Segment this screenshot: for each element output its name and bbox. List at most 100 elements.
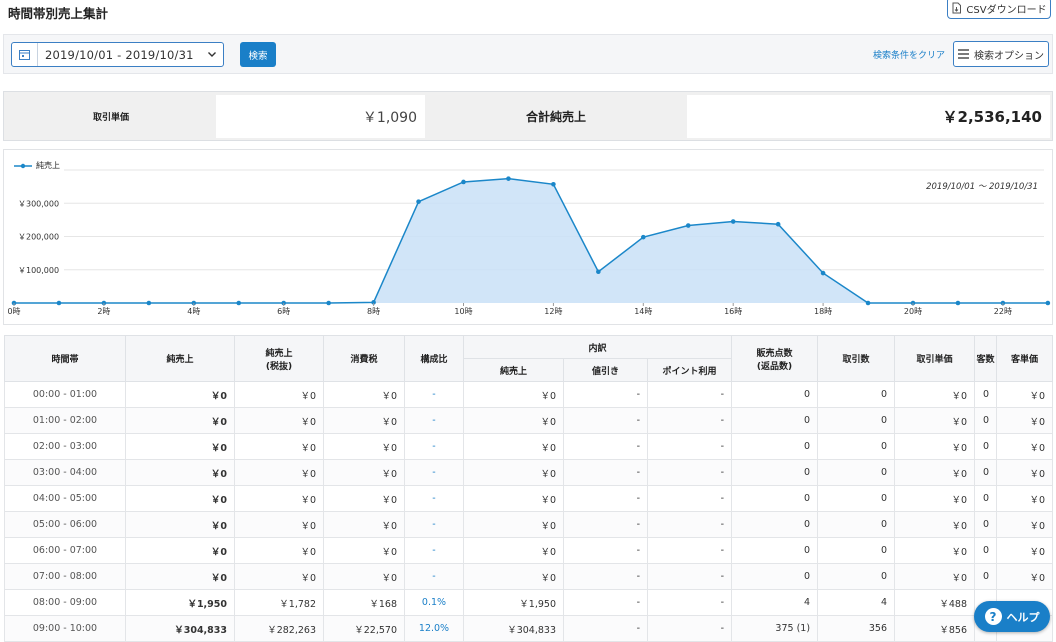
cell-tax: ￥0 (323, 511, 405, 538)
cell-bd-discount: - (563, 485, 648, 512)
table-row: 05:00 - 06:00 ￥0 ￥0 ￥0- ￥0- -0 0 ￥0 0 ￥0 (4, 511, 1054, 538)
cell-items: 4 (731, 589, 819, 616)
total-net-sales-value: ￥2,536,140 (687, 95, 1050, 138)
cell-bd-net: ￥1,950 (463, 589, 564, 616)
total-net-sales-label: 合計純売上 (426, 95, 686, 138)
th-breakdown: 内訳 (462, 335, 733, 359)
cell-bd-discount: - (563, 407, 648, 434)
cell-net-ex-tax: ￥0 (234, 381, 324, 408)
cell-items: 0 (731, 381, 819, 408)
data-point (416, 199, 421, 204)
chevron-down-icon (208, 52, 216, 57)
search-bar: 2019/10/01 - 2019/10/31 検索 検索条件をクリア 検索オプ… (3, 34, 1053, 74)
cell-time: 04:00 - 05:00 (4, 485, 126, 512)
cell-bd-discount: - (563, 511, 648, 538)
th-tax: 消費税 (323, 335, 405, 382)
cell-customer-price: ￥0 (996, 381, 1054, 408)
cell-net: ￥0 (125, 433, 235, 460)
cell-bd-net: ￥0 (463, 511, 564, 538)
cell-bd-point: - (646, 433, 733, 460)
file-download-icon (952, 2, 962, 14)
cell-transactions: 0 (817, 459, 896, 486)
cell-net: ￥0 (125, 407, 235, 434)
cell-net: ￥0 (125, 381, 235, 408)
search-button[interactable]: 検索 (240, 42, 276, 67)
cell-net-ex-tax: ￥0 (234, 459, 324, 486)
table-row: 06:00 - 07:00 ￥0 ￥0 ￥0- ￥0- -0 0 ￥0 0 ￥0 (4, 537, 1054, 564)
cell-tax: ￥0 (323, 407, 405, 434)
sales-table: 時間帯 純売上 純売上 (税抜) 消費税 構成比 内訳 販売点数 (返品数) 取引数… (4, 335, 1054, 642)
data-point (775, 221, 781, 227)
cell-bd-net: ￥0 (463, 563, 564, 590)
cell-items: 0 (731, 511, 819, 538)
cell-customer-price: ￥0 (996, 563, 1054, 590)
cell-ratio: - (404, 433, 464, 460)
date-range-picker[interactable]: 2019/10/01 - 2019/10/31 (11, 42, 224, 67)
series-area (14, 178, 1048, 303)
cell-bd-net: ￥0 (463, 433, 564, 460)
th-net-sales: 純売上 (125, 335, 235, 382)
help-label: ヘルプ (1006, 610, 1040, 624)
cell-time: 01:00 - 02:00 (4, 407, 126, 434)
cell-net-ex-tax: ￥0 (234, 563, 324, 590)
cell-customer-price: ￥0 (996, 459, 1054, 486)
data-point (1045, 300, 1051, 306)
cell-bd-point: - (646, 589, 733, 616)
cell-net-ex-tax: ￥0 (234, 485, 324, 512)
cell-transactions: 0 (817, 511, 896, 538)
cell-net: ￥0 (125, 459, 235, 486)
data-point (326, 300, 331, 306)
cell-net-ex-tax: ￥0 (234, 433, 324, 460)
table-row: 00:00 - 01:00 ￥0 ￥0 ￥0- ￥0- -0 0 ￥0 0 ￥0 (4, 381, 1054, 408)
cell-time: 00:00 - 01:00 (4, 381, 126, 408)
table-row: 07:00 - 08:00 ￥0 ￥0 ￥0- ￥0- -0 0 ￥0 0 ￥0 (4, 563, 1054, 590)
th-time: 時間帯 (4, 335, 126, 382)
cell-items: 0 (731, 459, 819, 486)
cell-time: 02:00 - 03:00 (4, 433, 126, 460)
cell-ratio: - (404, 407, 464, 434)
cell-bd-discount: - (563, 381, 648, 408)
x-tick-label: 10時 (454, 307, 472, 316)
cell-net-ex-tax: ￥0 (234, 537, 324, 564)
cell-bd-point: - (646, 459, 733, 486)
cell-tax: ￥168 (323, 589, 405, 616)
cell-bd-discount: - (563, 433, 648, 460)
data-point (551, 181, 556, 187)
data-point (506, 176, 511, 181)
cell-customer-price: ￥0 (996, 433, 1054, 460)
cell-customer-price: ￥0 (996, 537, 1054, 564)
help-button[interactable]: ? ヘルプ (974, 601, 1050, 632)
cell-transactions: 0 (817, 407, 896, 434)
cell-unit-price: ￥0 (894, 459, 976, 486)
cell-transactions: 0 (817, 563, 896, 590)
cell-unit-price: ￥0 (894, 563, 976, 590)
search-options-button[interactable]: 検索オプション (953, 41, 1049, 67)
search-options-label: 検索オプション (974, 50, 1044, 62)
data-point (955, 300, 961, 306)
cell-customers: 0 (974, 459, 998, 486)
cell-items: 0 (731, 563, 819, 590)
x-tick-label: 12時 (544, 307, 562, 316)
clear-search-link[interactable]: 検索条件をクリア (873, 48, 945, 61)
cell-unit-price: ￥0 (894, 381, 976, 408)
cell-time: 08:00 - 09:00 (4, 589, 126, 616)
cell-bd-point: - (646, 407, 733, 434)
cell-bd-net: ￥0 (463, 459, 564, 486)
cell-bd-point: - (646, 563, 733, 590)
data-point (236, 300, 242, 306)
cell-ratio: - (404, 537, 464, 564)
cell-transactions: 4 (817, 589, 896, 616)
csv-download-button[interactable]: CSVダウンロード (947, 0, 1051, 19)
cell-customers: 0 (974, 537, 998, 564)
cell-bd-discount: - (563, 563, 648, 590)
table-row: 04:00 - 05:00 ￥0 ￥0 ￥0- ￥0- -0 0 ￥0 0 ￥0 (4, 485, 1054, 512)
x-tick-label: 4時 (187, 307, 200, 316)
x-tick-label: 8時 (367, 307, 380, 316)
th-ratio: 構成比 (404, 335, 464, 382)
cell-customers: 0 (974, 433, 998, 460)
cell-customers: 0 (974, 381, 998, 408)
csv-download-label: CSVダウンロード (966, 4, 1047, 16)
cell-unit-price: ￥0 (894, 485, 976, 512)
data-point (641, 234, 646, 240)
data-point (685, 223, 691, 228)
